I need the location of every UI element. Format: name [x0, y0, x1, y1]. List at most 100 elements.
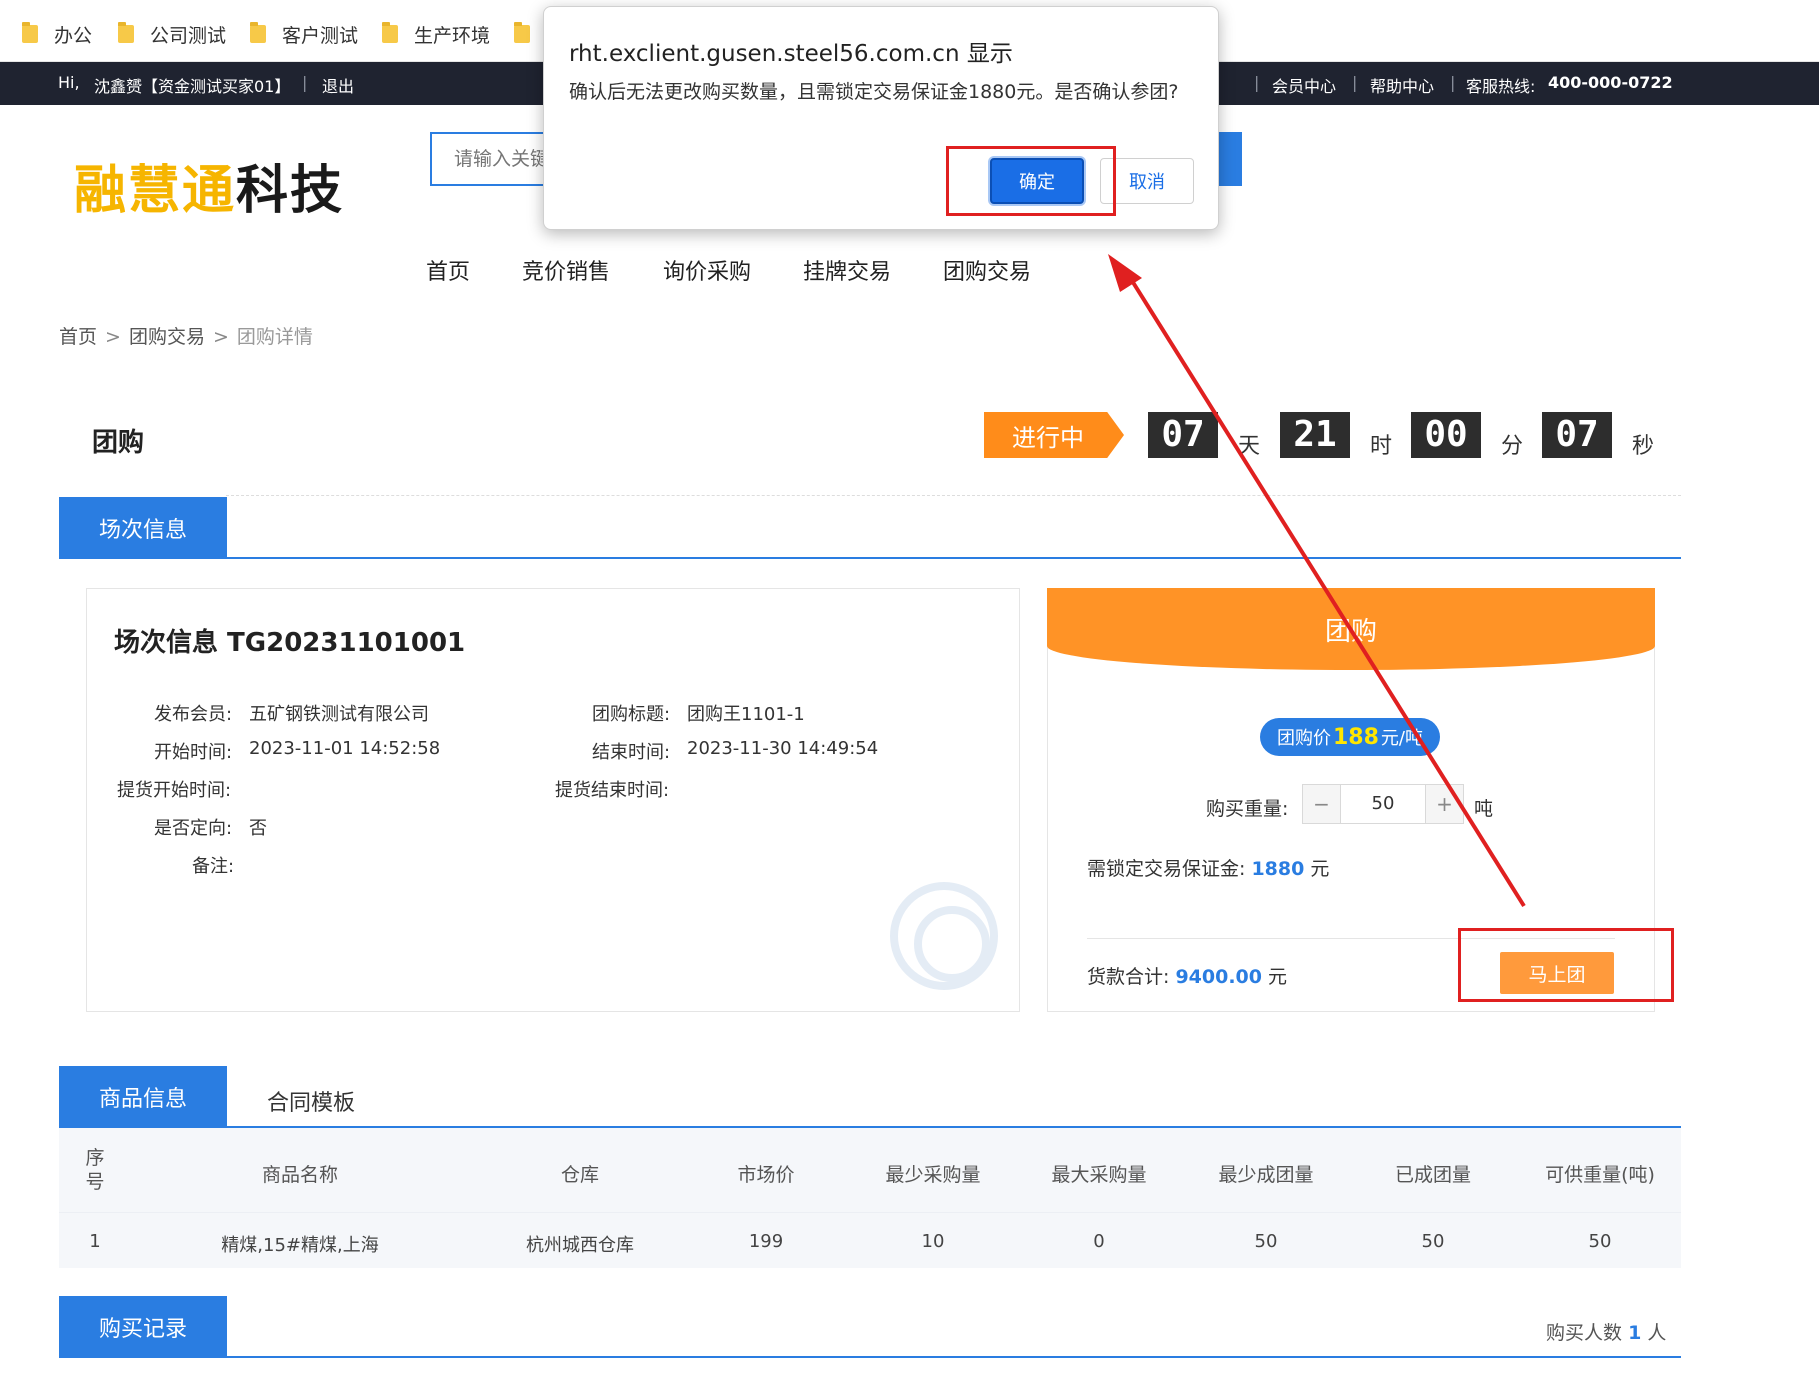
bookmark-item[interactable]: 客户测试 [250, 20, 358, 48]
deposit-unit: 元 [1310, 858, 1330, 880]
dialog-title: rht.exclient.gusen.steel56.com.cn 显示 [569, 41, 1013, 67]
table-cell: 50 [1254, 1231, 1278, 1252]
bookmark-item[interactable]: 生产环境 [382, 20, 490, 48]
countdown-hours-unit: 时 [1370, 434, 1393, 459]
divider [226, 495, 1681, 496]
folder-icon [250, 22, 266, 43]
help-center-link[interactable]: 帮助中心 [1370, 73, 1434, 97]
tab-contract-template[interactable]: 合同模板 [267, 1085, 355, 1117]
publisher-label: 发布会员: [154, 704, 233, 725]
pickup-end-label: 提货结束时间: [555, 780, 670, 801]
quantity-stepper: − 50 + [1302, 784, 1464, 824]
bookmark-item[interactable]: 公司测试 [118, 20, 226, 48]
breadcrumb-separator: > [105, 326, 121, 348]
divider: | [302, 73, 308, 92]
divider: | [1254, 73, 1260, 92]
hotline-number: 400-000-0722 [1548, 73, 1673, 92]
table-cell: 10 [921, 1231, 945, 1252]
increase-button[interactable]: + [1425, 785, 1463, 823]
status-badge: 进行中 [984, 412, 1124, 458]
user-name: 沈鑫赟【资金测试买家01】 [94, 77, 291, 96]
countdown-hours: 21 [1280, 412, 1350, 458]
column-header: 已成团量 [1394, 1164, 1471, 1186]
nav-bidding-sales[interactable]: 竞价销售 [522, 254, 610, 286]
folder-icon [382, 22, 398, 43]
group-title-value: 团购王1101-1 [687, 704, 805, 725]
tab-purchase-records[interactable]: 购买记录 [59, 1296, 227, 1358]
total-unit: 元 [1268, 966, 1288, 988]
session-title: 场次信息 TG20231101001 [114, 628, 466, 658]
tab-product-info[interactable]: 商品信息 [59, 1066, 227, 1128]
column-header: 最少采购量 [885, 1164, 981, 1186]
countdown-days-unit: 天 [1238, 434, 1261, 459]
bookmark-item[interactable] [514, 20, 546, 48]
total-row: 货款合计: 9400.00 元 [1087, 962, 1287, 989]
divider: | [1352, 73, 1358, 92]
member-center-link[interactable]: 会员中心 [1272, 73, 1336, 97]
annotation-arrow-head [1108, 254, 1142, 292]
table-cell: 杭州城西仓库 [526, 1235, 634, 1256]
logout-link[interactable]: 退出 [322, 73, 354, 97]
page-title: 团购 [92, 428, 145, 458]
table-cell: 精煤,15#精煤,上海 [221, 1235, 379, 1256]
start-time-value: 2023-11-01 14:52:58 [249, 738, 441, 759]
directed-label: 是否定向: [154, 818, 233, 839]
table-cell: 50 [1588, 1231, 1612, 1252]
nav-listing-trade[interactable]: 挂牌交易 [803, 254, 891, 286]
nav-home[interactable]: 首页 [426, 254, 470, 286]
hotline-label: 客服热线: [1466, 77, 1536, 96]
tab-session-info[interactable]: 场次信息 [59, 497, 227, 559]
deposit-row: 需锁定交易保证金: 1880 元 [1087, 854, 1329, 881]
buyer-count-value: 1 [1628, 1322, 1642, 1344]
end-time-label: 结束时间: [592, 742, 671, 763]
buyer-count: 购买人数 1 人 [1546, 1322, 1667, 1344]
decrease-button[interactable]: − [1303, 785, 1341, 823]
logo-text: 科技 [236, 161, 345, 221]
nav-inquiry-purchase[interactable]: 询价采购 [663, 254, 751, 286]
total-label: 货款合计: [1087, 966, 1170, 988]
logo-text-highlight: 融慧通 [74, 161, 237, 221]
table-cell: 1 [89, 1231, 101, 1252]
table-cell: 50 [1421, 1231, 1445, 1252]
bookmark-item[interactable]: 办公 [22, 20, 92, 48]
quantity-input[interactable]: 50 [1341, 785, 1425, 823]
breadcrumb: 首页 > 团购交易 > 团购详情 [59, 322, 313, 349]
column-header: 序号 [85, 1147, 105, 1193]
divider: | [1450, 73, 1456, 92]
quantity-label: 购买重量: [1206, 798, 1289, 820]
start-time-label: 开始时间: [154, 742, 233, 763]
column-header: 可供重量(吨) [1545, 1164, 1655, 1186]
table-cell: 199 [748, 1231, 784, 1252]
tab-underline [59, 557, 1681, 559]
group-title-label: 团购标题: [592, 704, 671, 725]
column-header: 商品名称 [261, 1164, 338, 1186]
pickup-start-label: 提货开始时间: [117, 780, 232, 801]
countdown-seconds-unit: 秒 [1632, 434, 1655, 459]
breadcrumb-home[interactable]: 首页 [59, 326, 97, 348]
countdown-seconds: 07 [1542, 412, 1612, 458]
group-price-value: 188 [1332, 724, 1379, 750]
column-header: 最少成团量 [1218, 1164, 1314, 1186]
breadcrumb-group-trade[interactable]: 团购交易 [129, 326, 205, 348]
countdown-minutes: 00 [1411, 412, 1481, 458]
quantity-unit: 吨 [1474, 798, 1494, 820]
greeting: Hi, [58, 73, 80, 92]
annotation-highlight-box [1458, 928, 1674, 1002]
column-header: 仓库 [560, 1164, 599, 1186]
directed-value: 否 [249, 818, 267, 839]
target-icon [890, 882, 998, 990]
nav-group-trade[interactable]: 团购交易 [943, 254, 1031, 286]
annotation-highlight-box [946, 146, 1116, 216]
folder-icon [22, 22, 38, 43]
site-logo[interactable]: 融慧通科技 [74, 148, 344, 223]
dialog-message: 确认后无法更改购买数量，且需锁定交易保证金1880元。是否确认参团? [569, 81, 1179, 103]
publisher-value: 五矿钢铁测试有限公司 [249, 704, 429, 725]
breadcrumb-current: 团购详情 [236, 326, 313, 348]
breadcrumb-separator: > [212, 326, 229, 348]
end-time-value: 2023-11-30 14:49:54 [687, 738, 879, 759]
tab-underline [59, 1356, 1681, 1358]
deposit-label: 需锁定交易保证金: [1087, 858, 1246, 880]
countdown-minutes-unit: 分 [1501, 434, 1524, 459]
group-price-badge: 团购价 188 元/吨 [1260, 718, 1440, 756]
deposit-value: 1880 [1251, 858, 1305, 880]
